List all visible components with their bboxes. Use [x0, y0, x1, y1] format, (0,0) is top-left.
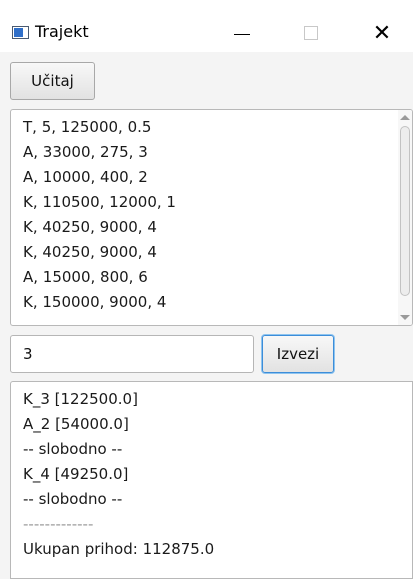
load-button[interactable]: Učitaj: [10, 62, 95, 100]
close-icon: ✕: [372, 20, 392, 46]
list-item[interactable]: A, 15000, 800, 6: [23, 265, 148, 289]
total-revenue: Ukupan prihod: 112875.0: [23, 540, 215, 558]
list-item[interactable]: K, 110500, 12000, 1: [23, 190, 176, 214]
output-line: K_3 [122500.0]: [23, 390, 138, 408]
output-line: K_4 [49250.0]: [23, 465, 129, 483]
title-bar: Trajekt ✕: [0, 0, 413, 52]
vehicle-list[interactable]: T, 5, 125000, 0.5 A, 33000, 275, 3 A, 10…: [10, 109, 413, 326]
minimize-button[interactable]: [220, 14, 264, 52]
app-icon: [12, 26, 29, 39]
minimize-icon: [234, 33, 250, 35]
list-item[interactable]: K, 40250, 9000, 4: [23, 215, 157, 239]
maximize-icon: [304, 26, 318, 40]
scroll-down-icon[interactable]: [400, 315, 410, 320]
list-item[interactable]: K, 150000, 9000, 4: [23, 290, 166, 314]
export-button[interactable]: Izvezi: [262, 335, 334, 373]
list-item[interactable]: K, 40250, 9000, 4: [23, 240, 157, 264]
list-item[interactable]: T, 5, 125000, 0.5: [23, 115, 151, 139]
count-input[interactable]: [10, 335, 254, 373]
maximize-button[interactable]: [289, 14, 333, 52]
list-item[interactable]: A, 33000, 275, 3: [23, 140, 148, 164]
output-separator: -------------: [23, 515, 94, 533]
scrollbar-thumb[interactable]: [400, 126, 410, 296]
report-output: K_3 [122500.0] A_2 [54000.0] -- slobodno…: [10, 381, 413, 579]
output-line: -- slobodno --: [23, 440, 123, 458]
output-line: -- slobodno --: [23, 490, 123, 508]
close-button[interactable]: ✕: [360, 14, 404, 52]
list-item[interactable]: A, 10000, 400, 2: [23, 165, 148, 189]
window-title: Trajekt: [35, 22, 89, 41]
scroll-up-icon[interactable]: [400, 115, 410, 120]
output-line: A_2 [54000.0]: [23, 415, 129, 433]
list-scrollbar[interactable]: [398, 110, 412, 325]
